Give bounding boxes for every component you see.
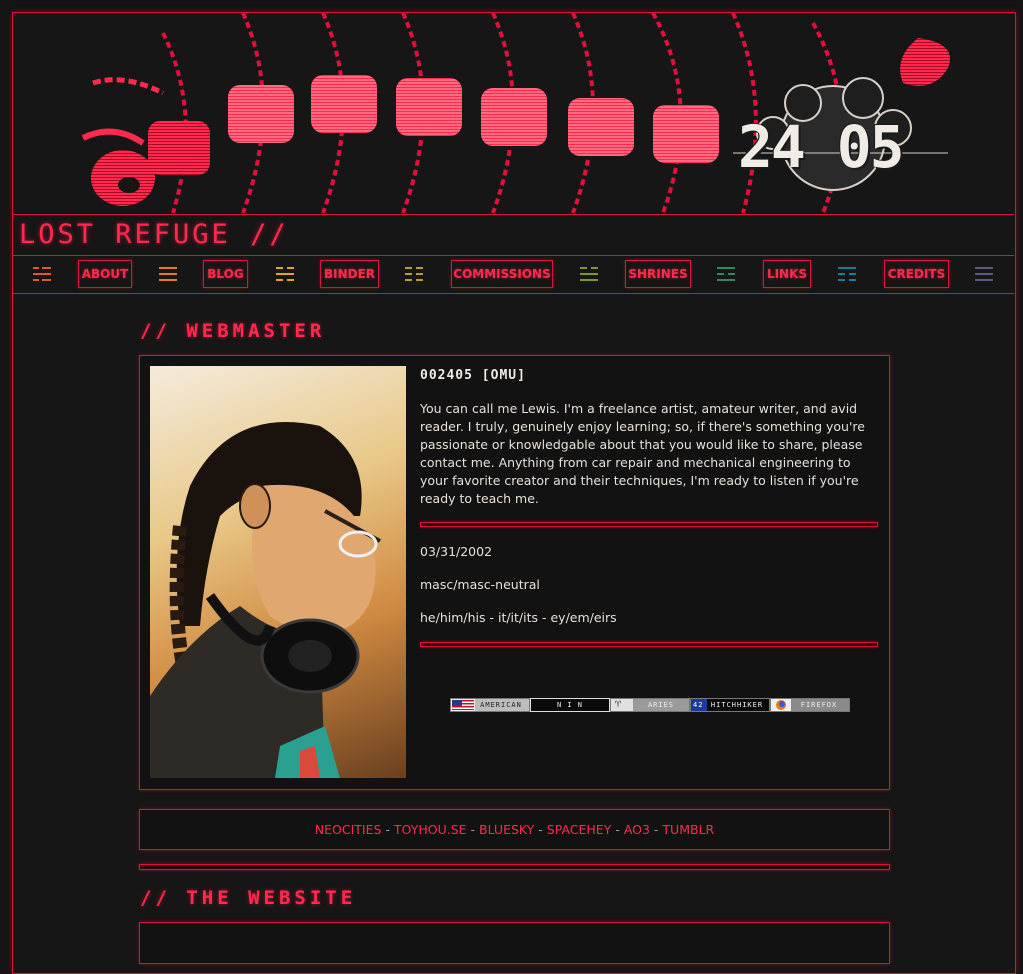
social-links-box: NEOCITIES - TOYHOU.SE - BLUESKY - SPACEH…: [139, 809, 890, 850]
site-title: LOST REFUGE //: [19, 219, 289, 250]
menu-lines-icon: [405, 265, 425, 285]
badge-aries[interactable]: ♈ ARIES: [610, 698, 690, 712]
website-card: [139, 922, 890, 964]
banner-stamp-text: 24 05: [738, 113, 905, 181]
link-tumblr[interactable]: TUMBLR: [662, 822, 714, 837]
link-bluesky[interactable]: BLUESKY: [479, 822, 534, 837]
menu-lines-icon: [33, 265, 53, 285]
aries-symbol-icon: ♈: [615, 699, 623, 710]
website-section-title: // THE WEBSITE: [140, 887, 357, 909]
webmaster-handle: 002405 [OMU]: [420, 368, 526, 383]
nav-links[interactable]: LINKS: [763, 260, 811, 288]
nav-credits[interactable]: CREDITS: [884, 260, 949, 288]
birthday: 03/31/2002: [420, 544, 493, 559]
divider: [420, 642, 878, 647]
nav-shrines[interactable]: SHRINES: [625, 260, 691, 288]
pronouns: he/him/his - it/it/its - ey/em/eirs: [420, 610, 617, 625]
badge-american[interactable]: AMERICAN: [450, 698, 530, 712]
menu-lines-icon: [276, 265, 296, 285]
main-nav: ABOUT BLOG BINDER COMMISSIONS SHRINES LI…: [13, 255, 1014, 294]
badge-nin[interactable]: N I N: [530, 698, 610, 712]
webmaster-section-title: // WEBMASTER: [140, 320, 326, 342]
link-ao3[interactable]: AO3: [624, 822, 650, 837]
link-toyhouse[interactable]: TOYHOU.SE: [394, 822, 467, 837]
badge-hitchhiker[interactable]: 42 HITCHHIKER: [690, 698, 770, 712]
link-neocities[interactable]: NEOCITIES: [315, 822, 382, 837]
portrait-art: [150, 422, 381, 778]
title-bar: LOST REFUGE //: [13, 214, 1014, 256]
menu-lines-icon: [717, 265, 737, 285]
firefox-icon: [776, 700, 786, 710]
webmaster-bio: You can call me Lewis. I'm a freelance a…: [420, 401, 865, 506]
menu-lines-icon: [580, 265, 600, 285]
nav-binder[interactable]: BINDER: [320, 260, 379, 288]
nav-about[interactable]: ABOUT: [78, 260, 132, 288]
header-banner: 24 05: [13, 13, 1014, 213]
webmaster-card: 002405 [OMU] You can call me Lewis. I'm …: [139, 355, 890, 790]
us-flag-icon: [452, 700, 474, 710]
divider: [420, 522, 878, 527]
nav-commissions[interactable]: COMMISSIONS: [451, 260, 553, 288]
link-spacehey[interactable]: SPACEHEY: [547, 822, 612, 837]
nav-blog[interactable]: BLOG: [203, 260, 248, 288]
divider: [139, 864, 890, 870]
number-42-icon: 42: [693, 701, 704, 709]
gender: masc/masc-neutral: [420, 577, 540, 592]
menu-lines-icon: [838, 265, 858, 285]
menu-lines-icon: [975, 265, 995, 285]
social-links: NEOCITIES - TOYHOU.SE - BLUESKY - SPACEH…: [314, 822, 715, 837]
badge-firefox[interactable]: FIREFOX: [770, 698, 850, 712]
menu-lines-icon: [159, 265, 179, 285]
webmaster-portrait: [150, 366, 406, 778]
